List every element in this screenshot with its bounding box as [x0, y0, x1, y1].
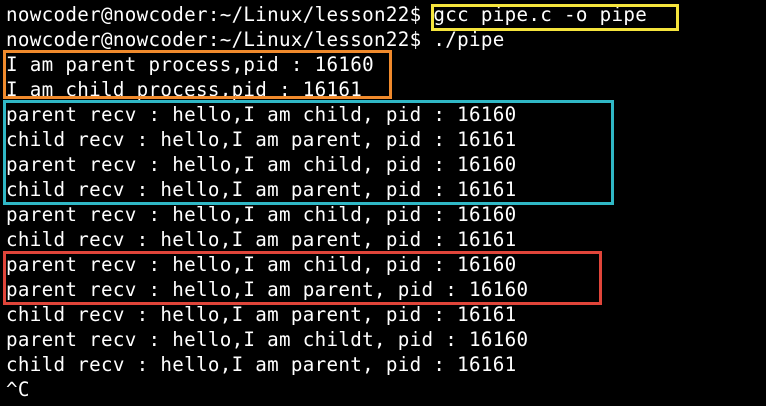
terminal-line-output: child recv : hello,I am parent, pid : 16…	[6, 228, 517, 251]
terminal-line-output: parent recv : hello,I am child, pid : 16…	[6, 103, 517, 126]
terminal-line-child-pid: I am child process,pid : 16161	[6, 78, 363, 101]
terminal-line-output: child recv : hello,I am parent, pid : 16…	[6, 353, 517, 376]
terminal-line-command-run: nowcoder@nowcoder:~/Linux/lesson22$ ./pi…	[6, 28, 505, 51]
terminal-line-output: parent recv : hello,I am child, pid : 16…	[6, 153, 517, 176]
terminal-window[interactable]: nowcoder@nowcoder:~/Linux/lesson22$ gcc …	[0, 0, 766, 406]
terminal-line-output: parent recv : hello,I am child, pid : 16…	[6, 203, 517, 226]
terminal-line-output: parent recv : hello,I am childt, pid : 1…	[6, 328, 529, 351]
terminal-line-parent-pid: I am parent process,pid : 16160	[6, 53, 375, 76]
terminal-line-interrupt: ^C	[6, 378, 30, 401]
terminal-line-output: child recv : hello,I am parent, pid : 16…	[6, 128, 517, 151]
terminal-line-output: parent recv : hello,I am parent, pid : 1…	[6, 278, 529, 301]
terminal-line-output: child recv : hello,I am parent, pid : 16…	[6, 303, 517, 326]
terminal-line-command-compile: nowcoder@nowcoder:~/Linux/lesson22$ gcc …	[6, 3, 648, 26]
terminal-line-output: parent recv : hello,I am child, pid : 16…	[6, 253, 517, 276]
terminal-line-output: child recv : hello,I am parent, pid : 16…	[6, 178, 517, 201]
